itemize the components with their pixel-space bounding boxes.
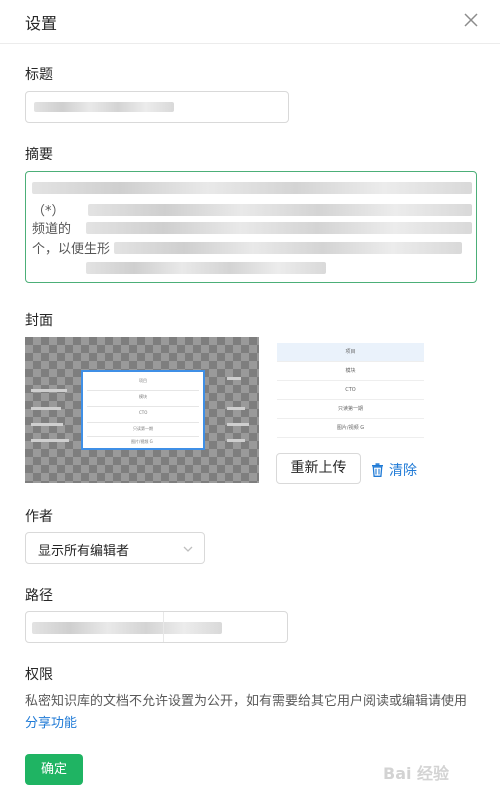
preview-item: 项目 [277, 343, 424, 362]
preview-item: 图片/视频 G [277, 419, 424, 438]
blurred-summary-line [86, 262, 326, 274]
dialog-title: 设置 [25, 14, 58, 33]
summary-textarea[interactable]: （*） 频道的 个，以便生形 [25, 171, 477, 283]
crop-frame-item: 图片/视频 G [131, 439, 153, 444]
crop-frame-item: 项目 [139, 378, 147, 383]
share-feature-link[interactable]: 分享功能 [25, 716, 77, 731]
crop-frame[interactable]: 项目 模块 CTO 只读第一期 图片/视频 G [81, 370, 205, 450]
chevron-down-icon [183, 546, 193, 552]
summary-fragment: 个，以便生形 [32, 242, 111, 257]
preview-item: 模块 [277, 362, 424, 381]
crop-frame-item: CTO [139, 410, 148, 415]
author-select[interactable]: 显示所有编辑者 [25, 532, 205, 564]
dialog-header: 设置 [0, 0, 500, 44]
blurred-path-value [32, 622, 222, 634]
path-input[interactable] [25, 611, 288, 643]
reupload-button[interactable]: 重新上传 [276, 453, 361, 484]
permission-label: 权限 [25, 667, 53, 683]
cover-preview: 项目 模块 CTO 只读第一期 图片/视频 G [277, 341, 424, 445]
blurred-summary-line [32, 182, 472, 194]
trash-icon [372, 463, 383, 477]
crop-frame-item: 模块 [139, 394, 147, 399]
preview-item: 只读第一期 [277, 400, 424, 419]
watermark: Bai 经验 [383, 764, 450, 783]
close-icon [464, 13, 478, 27]
close-button[interactable] [460, 9, 482, 31]
author-label: 作者 [25, 509, 53, 525]
preview-item: CTO [277, 381, 424, 400]
clear-label: 清除 [389, 463, 417, 479]
crop-frame-item: 只读第一期 [133, 426, 153, 431]
summary-label: 摘要 [25, 147, 53, 163]
confirm-button[interactable]: 确定 [25, 754, 83, 785]
summary-fragment: 频道的 [32, 222, 72, 237]
blurred-title-value [34, 102, 174, 112]
path-label: 路径 [25, 588, 53, 604]
title-input[interactable] [25, 91, 289, 123]
blurred-summary-line [88, 204, 472, 216]
clear-button[interactable]: 清除 [371, 460, 417, 480]
cover-label: 封面 [25, 313, 53, 329]
permission-description: 私密知识库的文档不允许设置为公开，如有需要给其它用户阅读或编辑请使用 [25, 694, 468, 709]
blurred-summary-line [86, 222, 472, 234]
permission-text: 私密知识库的文档不允许设置为公开，如有需要给其它用户阅读或编辑请使用 分享功能 [25, 691, 480, 735]
cover-image: 项目 模块 CTO 只读第一期 图片/视频 G [25, 337, 259, 483]
blurred-summary-line [114, 242, 462, 254]
author-select-value: 显示所有编辑者 [38, 544, 130, 559]
summary-fragment: （*） [32, 204, 65, 219]
title-label: 标题 [25, 67, 53, 83]
